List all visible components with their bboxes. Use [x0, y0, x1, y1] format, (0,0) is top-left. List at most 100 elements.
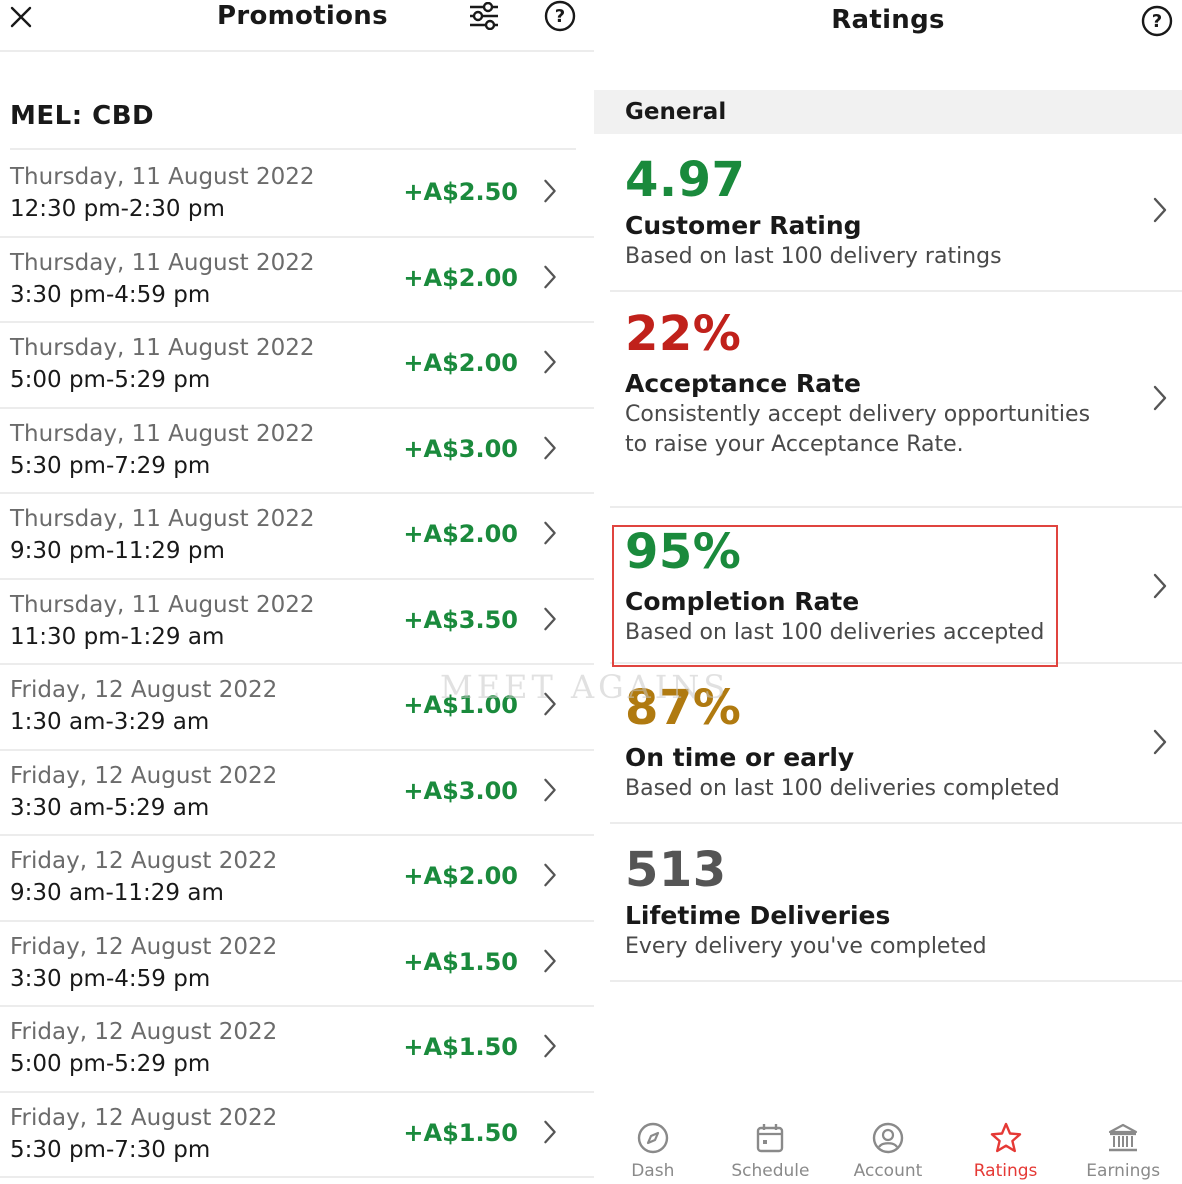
chevron-right-icon — [542, 435, 558, 465]
promotion-amount: +A$1.50 — [403, 1033, 518, 1061]
star-icon — [951, 1118, 1061, 1158]
promotion-time: 5:00 pm-5:29 pm — [10, 367, 211, 393]
chevron-right-icon — [542, 862, 558, 892]
chevron-right-icon — [1152, 572, 1168, 604]
nav-item-account[interactable]: Account — [833, 1110, 943, 1184]
promotion-time: 5:30 pm-7:29 pm — [10, 452, 211, 479]
close-icon[interactable] — [6, 2, 36, 32]
promotion-row[interactable]: Thursday, 11 August 2022 9:30 pm-11:29 p… — [0, 494, 594, 580]
promotion-row[interactable]: Friday, 12 August 2022 5:30 pm-7:30 pm +… — [0, 1093, 594, 1178]
promotion-date: Thursday, 11 August 2022 — [10, 249, 315, 276]
account-icon — [833, 1118, 943, 1158]
nav-label: Dash — [631, 1161, 675, 1181]
divider — [10, 148, 576, 150]
chevron-right-icon — [542, 1119, 558, 1149]
nav-label: Earnings — [1086, 1161, 1161, 1181]
promotion-amount: +A$2.50 — [403, 178, 518, 206]
metric-title: Customer Rating — [625, 211, 862, 240]
nav-item-dash[interactable]: Dash — [598, 1110, 708, 1184]
metric-description: Based on last 100 deliveries completed — [625, 776, 1060, 801]
promotion-row[interactable]: Friday, 12 August 2022 5:00 pm-5:29 pm +… — [0, 1007, 594, 1093]
promotion-time: 12:30 pm-2:30 pm — [10, 196, 225, 222]
metric-description: Consistently accept delivery opportuniti… — [625, 402, 1091, 457]
svg-text:?: ? — [1152, 11, 1162, 32]
promotion-row[interactable]: Thursday, 11 August 2022 3:30 pm-4:59 pm… — [0, 238, 594, 323]
promotion-amount: +A$2.00 — [403, 263, 518, 292]
promotion-time: 5:30 pm-7:30 pm — [10, 1136, 211, 1163]
promotion-date: Thursday, 11 August 2022 — [10, 164, 315, 190]
svg-text:?: ? — [555, 6, 565, 27]
promotion-date: Thursday, 11 August 2022 — [10, 506, 315, 532]
promotion-time: 9:30 pm-11:29 pm — [10, 538, 225, 564]
promotion-amount: +A$3.00 — [403, 776, 518, 805]
nav-item-schedule[interactable]: Schedule — [715, 1110, 825, 1184]
promotion-list: Thursday, 11 August 2022 12:30 pm-2:30 p… — [0, 152, 594, 1178]
promotion-date: Thursday, 11 August 2022 — [10, 420, 315, 447]
chevron-right-icon — [542, 606, 558, 636]
chevron-right-icon — [542, 520, 558, 550]
chevron-right-icon — [542, 178, 558, 208]
chevron-right-icon — [542, 349, 558, 379]
promotions-header: Promotions ? — [0, 0, 594, 52]
promotion-row[interactable]: Friday, 12 August 2022 3:30 pm-4:59 pm +… — [0, 922, 594, 1007]
promotion-row[interactable]: Friday, 12 August 2022 9:30 am-11:29 am … — [0, 836, 594, 922]
chevron-right-icon — [1152, 196, 1168, 228]
metric-title: On time or early — [625, 743, 855, 772]
chevron-right-icon — [542, 1033, 558, 1063]
promotion-time: 5:00 pm-5:29 pm — [10, 1051, 211, 1077]
filter-icon[interactable] — [466, 0, 502, 32]
metric-title: Acceptance Rate — [625, 369, 861, 398]
nav-item-ratings[interactable]: Ratings — [951, 1110, 1061, 1184]
promotion-row[interactable]: Friday, 12 August 2022 3:30 am-5:29 am +… — [0, 751, 594, 836]
promotion-time: 3:30 am-5:29 am — [10, 794, 210, 821]
promotion-date: Friday, 12 August 2022 — [10, 762, 278, 789]
bank-icon — [1068, 1118, 1178, 1158]
chevron-right-icon — [542, 264, 558, 294]
metric-description: Every delivery you've completed — [625, 934, 987, 959]
region-heading: MEL: CBD — [10, 101, 155, 131]
rating-metric[interactable]: 22% Acceptance Rate Consistently accept … — [610, 292, 1182, 508]
metric-title: Lifetime Deliveries — [625, 901, 891, 930]
rating-metric: 513 Lifetime Deliveries Every delivery y… — [610, 824, 1182, 982]
promotion-row[interactable]: Thursday, 11 August 2022 11:30 pm-1:29 a… — [0, 580, 594, 665]
promotion-date: Friday, 12 August 2022 — [10, 848, 278, 874]
chevron-right-icon — [542, 948, 558, 978]
promotion-time: 1:30 am-3:29 am — [10, 709, 210, 735]
promotions-panel: Promotions ? MEL: CBD Thursday, 11 Augus… — [0, 0, 594, 1184]
promotion-date: Friday, 12 August 2022 — [10, 677, 278, 703]
section-label: General — [625, 99, 727, 125]
nav-label: Account — [853, 1161, 923, 1181]
ratings-title: Ratings — [831, 5, 945, 35]
promotion-amount: +A$1.50 — [403, 1118, 518, 1147]
promotion-amount: +A$3.50 — [403, 605, 518, 634]
promotion-time: 9:30 am-11:29 am — [10, 880, 224, 906]
highlight-box — [612, 525, 1058, 667]
calendar-icon — [715, 1118, 825, 1158]
rating-metric[interactable]: 4.97 Customer Rating Based on last 100 d… — [610, 138, 1182, 292]
promotion-time: 3:30 pm-4:59 pm — [10, 281, 211, 308]
promotion-row[interactable]: Thursday, 11 August 2022 5:00 pm-5:29 pm… — [0, 323, 594, 409]
promotion-date: Friday, 12 August 2022 — [10, 933, 278, 960]
help-icon[interactable]: ? — [543, 0, 577, 32]
section-header: General — [594, 90, 1182, 134]
chevron-right-icon — [542, 777, 558, 807]
promotion-amount: +A$2.00 — [403, 862, 518, 890]
metric-value: 4.97 — [625, 152, 746, 208]
promotion-row[interactable]: Thursday, 11 August 2022 5:30 pm-7:29 pm… — [0, 409, 594, 494]
chevron-right-icon — [1152, 384, 1168, 416]
promotion-amount: +A$1.50 — [403, 947, 518, 976]
bottom-nav: Dash Schedule Account Ratings Earnings — [594, 1110, 1182, 1184]
nav-label: Schedule — [731, 1161, 810, 1181]
promotion-row[interactable]: Thursday, 11 August 2022 12:30 pm-2:30 p… — [0, 152, 594, 238]
metric-description: Based on last 100 delivery ratings — [625, 244, 1002, 269]
promotion-amount: +A$3.00 — [403, 434, 518, 463]
metric-value: 513 — [625, 842, 727, 898]
promotion-amount: +A$2.00 — [403, 349, 518, 377]
promotion-date: Thursday, 11 August 2022 — [10, 591, 315, 618]
promotion-amount: +A$2.00 — [403, 520, 518, 548]
promotion-time: 11:30 pm-1:29 am — [10, 623, 225, 650]
nav-item-earnings[interactable]: Earnings — [1068, 1110, 1178, 1184]
chevron-right-icon — [1152, 728, 1168, 760]
help-icon[interactable]: ? — [1140, 4, 1174, 38]
nav-label: Ratings — [973, 1161, 1038, 1181]
